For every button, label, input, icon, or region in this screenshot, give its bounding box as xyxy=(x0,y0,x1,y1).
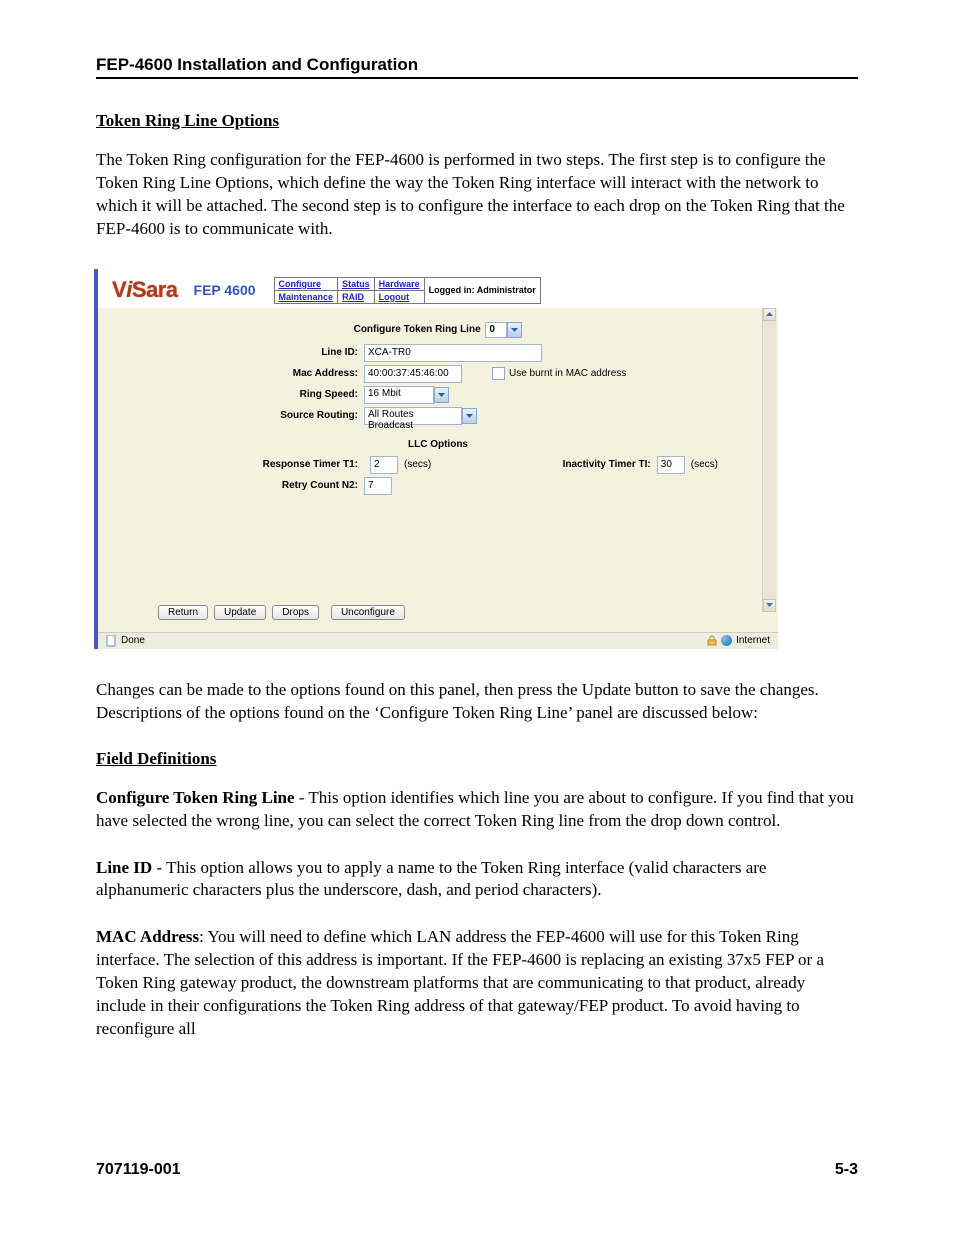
doc-header: FEP-4600 Installation and Configuration xyxy=(96,55,858,79)
t1-label: Response Timer T1: xyxy=(158,459,364,470)
status-done: Done xyxy=(121,635,145,646)
routing-label: Source Routing: xyxy=(158,410,364,421)
status-bar: Done Internet xyxy=(98,632,778,649)
section-title-token-ring: Token Ring Line Options xyxy=(96,111,858,131)
speed-select[interactable]: 16 Mbit xyxy=(364,386,434,404)
burnt-mac-checkbox[interactable] xyxy=(492,367,505,380)
visara-logo: ViSara xyxy=(112,277,178,303)
line-select[interactable]: 0 xyxy=(485,322,507,338)
mac-input[interactable] xyxy=(364,365,462,383)
update-button[interactable]: Update xyxy=(214,605,266,620)
fd-paragraph-2: Line ID - This option allows you to appl… xyxy=(96,857,858,903)
footer-left: 707119-001 xyxy=(96,1161,181,1179)
return-button[interactable]: Return xyxy=(158,605,208,620)
fd2-text: - This option allows you to apply a name… xyxy=(96,858,766,900)
nav-table: Configure Status Hardware Logged in: Adm… xyxy=(274,277,541,304)
scroll-up-icon[interactable] xyxy=(763,308,776,321)
fd-paragraph-1: Configure Token Ring Line - This option … xyxy=(96,787,858,833)
nav-raid[interactable]: RAID xyxy=(338,290,375,303)
intro-paragraph: The Token Ring configuration for the FEP… xyxy=(96,149,858,241)
logged-in-label: Logged in: Administrator xyxy=(424,277,540,303)
ti-units: (secs) xyxy=(691,459,718,470)
ti-label: Inactivity Timer TI: xyxy=(563,459,651,470)
fd-paragraph-3: MAC Address: You will need to define whi… xyxy=(96,926,858,1041)
mac-label: Mac Address: xyxy=(158,368,364,379)
nav-configure[interactable]: Configure xyxy=(274,277,338,290)
llc-heading: LLC Options xyxy=(158,439,718,450)
after-screenshot-paragraph: Changes can be made to the options found… xyxy=(96,679,858,725)
line-id-label: Line ID: xyxy=(158,347,364,358)
panel-title: Configure Token Ring Line xyxy=(354,324,481,335)
routing-select[interactable]: All Routes Broadcast xyxy=(364,407,462,425)
embedded-screenshot: ViSara FEP 4600 Configure Status Hardwar… xyxy=(94,269,778,649)
speed-dropdown-icon[interactable] xyxy=(434,387,449,403)
drops-button[interactable]: Drops xyxy=(272,605,319,620)
footer-right: 5-3 xyxy=(835,1161,858,1179)
nav-maintenance[interactable]: Maintenance xyxy=(274,290,338,303)
speed-label: Ring Speed: xyxy=(158,389,364,400)
fd3-term: MAC Address xyxy=(96,927,199,946)
lock-icon xyxy=(707,635,717,646)
t1-input[interactable] xyxy=(370,456,398,474)
fd3-text: : You will need to define which LAN addr… xyxy=(96,927,824,1038)
field-definitions-heading: Field Definitions xyxy=(96,749,858,769)
nav-hardware[interactable]: Hardware xyxy=(374,277,424,290)
n2-label: Retry Count N2: xyxy=(158,480,364,491)
t1-units: (secs) xyxy=(404,459,431,470)
scroll-down-icon[interactable] xyxy=(763,599,776,612)
fd2-term: Line ID xyxy=(96,858,152,877)
routing-dropdown-icon[interactable] xyxy=(462,408,477,424)
burnt-mac-label: Use burnt in MAC address xyxy=(509,368,626,379)
nav-logout[interactable]: Logout xyxy=(374,290,424,303)
nav-status[interactable]: Status xyxy=(338,277,375,290)
page-icon xyxy=(106,635,117,647)
app-header: ViSara FEP 4600 Configure Status Hardwar… xyxy=(98,269,778,308)
n2-input[interactable] xyxy=(364,477,392,495)
unconfigure-button[interactable]: Unconfigure xyxy=(331,605,405,620)
scrollbar[interactable] xyxy=(762,308,776,612)
line-select-dropdown-icon[interactable] xyxy=(507,322,522,338)
status-zone: Internet xyxy=(736,635,770,646)
globe-icon xyxy=(721,635,732,646)
ti-input[interactable] xyxy=(657,456,685,474)
fd1-term: Configure Token Ring Line xyxy=(96,788,295,807)
config-body: Configure Token Ring Line 0 Line ID: Mac… xyxy=(98,308,778,632)
fep-logo-text: FEP 4600 xyxy=(194,282,256,298)
line-id-input[interactable] xyxy=(364,344,542,362)
